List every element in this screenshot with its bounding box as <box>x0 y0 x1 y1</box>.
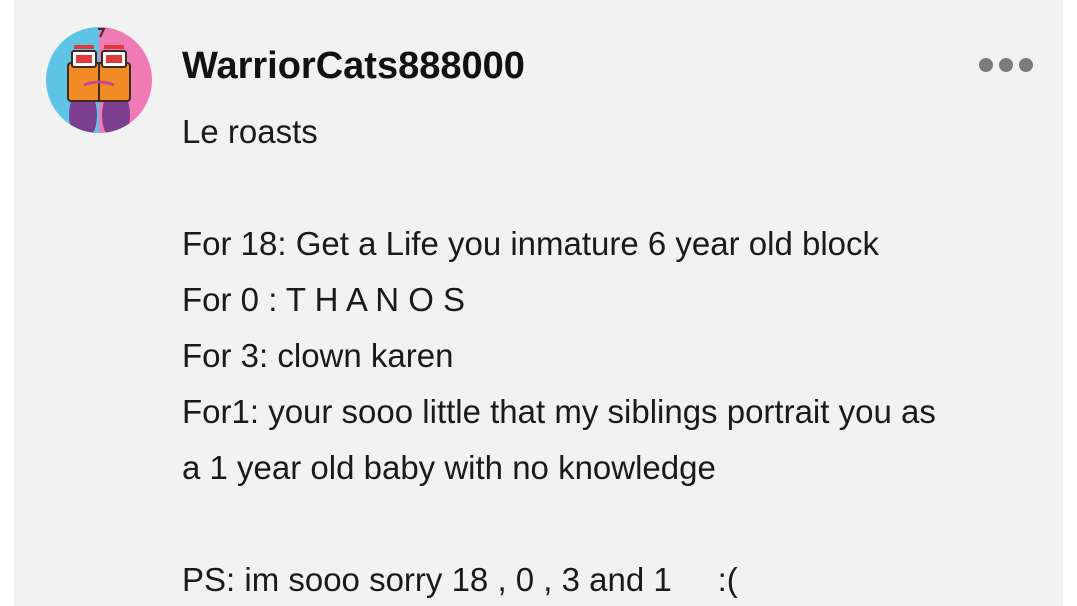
comment-line <box>182 496 1062 552</box>
screenshot-frame: WarriorCats888000 Le roasts For 18: Get … <box>0 0 1077 606</box>
user-avatar[interactable] <box>46 27 152 133</box>
username[interactable]: WarriorCats888000 <box>182 42 525 90</box>
more-dot-icon <box>1019 58 1033 72</box>
more-options-button[interactable] <box>974 50 1038 80</box>
comment-line: Le roasts <box>182 113 318 150</box>
comment-line <box>182 160 1062 216</box>
more-dot-icon <box>979 58 993 72</box>
comment-line: For 18: Get a Life you inmature 6 year o… <box>182 225 880 262</box>
comment-line: a 1 year old baby with no knowledge <box>182 449 716 486</box>
comment-line: For 3: clown karen <box>182 337 454 374</box>
comment-line: PS: im sooo sorry 18 , 0 , 3 and 1 :( <box>182 561 738 598</box>
comment-line: For 0 : T H A N O S <box>182 281 466 318</box>
comment-line: For1: your sooo little that my siblings … <box>182 393 936 430</box>
comment-text: Le roasts For 18: Get a Life you inmatur… <box>182 104 1062 606</box>
more-dot-icon <box>999 58 1013 72</box>
comment-card: WarriorCats888000 Le roasts For 18: Get … <box>14 0 1063 606</box>
avatar-image <box>46 27 152 133</box>
